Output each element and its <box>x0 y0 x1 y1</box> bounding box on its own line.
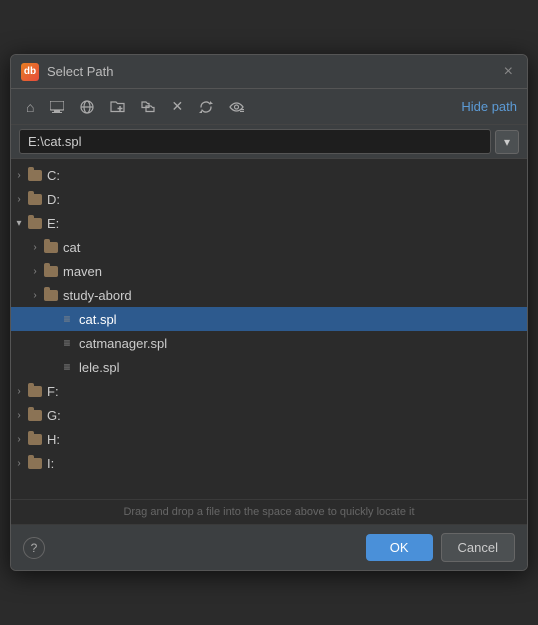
delete-button[interactable]: ✕ <box>166 95 188 118</box>
tree-item-label: catmanager.spl <box>79 336 167 351</box>
sync-button[interactable] <box>194 97 218 117</box>
file-tree[interactable]: ›C:›D:▾E:›cat›maven›study-abord≡cat.spl≡… <box>11 159 527 499</box>
tree-item-label: E: <box>47 216 59 231</box>
home-button[interactable]: ⌂ <box>21 96 39 118</box>
app-icon: db <box>21 63 39 81</box>
folder-icon <box>27 410 43 421</box>
tree-item-label: H: <box>47 432 60 447</box>
expand-button[interactable] <box>136 97 160 116</box>
tree-item-label: C: <box>47 168 60 183</box>
folder-icon <box>27 170 43 181</box>
computer-button[interactable] <box>45 98 69 116</box>
path-dropdown-button[interactable]: ▾ <box>495 130 519 154</box>
file-icon: ≡ <box>59 312 75 326</box>
tree-item-f[interactable]: ›F: <box>11 379 527 403</box>
footer: ? OK Cancel <box>11 524 527 570</box>
ok-button[interactable]: OK <box>366 534 433 561</box>
tree-item-label: lele.spl <box>79 360 119 375</box>
tree-item-label: maven <box>63 264 102 279</box>
hide-path-button[interactable]: Hide path <box>461 99 517 114</box>
new-folder-button[interactable] <box>105 97 130 116</box>
folder-icon <box>27 194 43 205</box>
tree-item-i[interactable]: ›I: <box>11 451 527 475</box>
tree-item-label: I: <box>47 456 54 471</box>
tree-item-label: F: <box>47 384 59 399</box>
folder-icon <box>27 458 43 469</box>
title-bar: db Select Path × <box>11 55 527 89</box>
tree-item-lele-spl[interactable]: ≡ lele.spl <box>11 355 527 379</box>
tree-item-h[interactable]: ›H: <box>11 427 527 451</box>
folder-icon <box>27 386 43 397</box>
close-button[interactable]: × <box>500 62 517 82</box>
tree-item-study-abord-folder[interactable]: ›study-abord <box>11 283 527 307</box>
select-path-dialog: db Select Path × ⌂ <box>10 54 528 571</box>
tree-item-cat-spl[interactable]: ≡ cat.spl <box>11 307 527 331</box>
tree-item-cat-folder[interactable]: ›cat <box>11 235 527 259</box>
folder-icon <box>27 434 43 445</box>
folder-icon <box>43 290 59 301</box>
eye-button[interactable] <box>224 99 249 115</box>
drag-hint: Drag and drop a file into the space abov… <box>11 499 527 524</box>
tree-item-label: cat.spl <box>79 312 117 327</box>
dialog-title: Select Path <box>47 64 492 79</box>
folder-icon <box>43 242 59 253</box>
tree-item-label: D: <box>47 192 60 207</box>
tree-item-catmanager-spl[interactable]: ≡ catmanager.spl <box>11 331 527 355</box>
tree-item-d[interactable]: ›D: <box>11 187 527 211</box>
tree-item-maven-folder[interactable]: ›maven <box>11 259 527 283</box>
tree-item-c[interactable]: ›C: <box>11 163 527 187</box>
globe-button[interactable] <box>75 97 99 117</box>
tree-item-label: study-abord <box>63 288 132 303</box>
file-icon: ≡ <box>59 360 75 374</box>
cancel-button[interactable]: Cancel <box>441 533 515 562</box>
tree-item-g[interactable]: ›G: <box>11 403 527 427</box>
path-bar: ▾ <box>11 125 527 159</box>
file-icon: ≡ <box>59 336 75 350</box>
folder-icon <box>27 218 43 229</box>
toolbar: ⌂ <box>11 89 527 125</box>
path-input[interactable] <box>19 129 491 154</box>
tree-item-label: G: <box>47 408 61 423</box>
help-button[interactable]: ? <box>23 537 45 559</box>
folder-icon <box>43 266 59 277</box>
tree-item-label: cat <box>63 240 80 255</box>
tree-item-e[interactable]: ▾E: <box>11 211 527 235</box>
